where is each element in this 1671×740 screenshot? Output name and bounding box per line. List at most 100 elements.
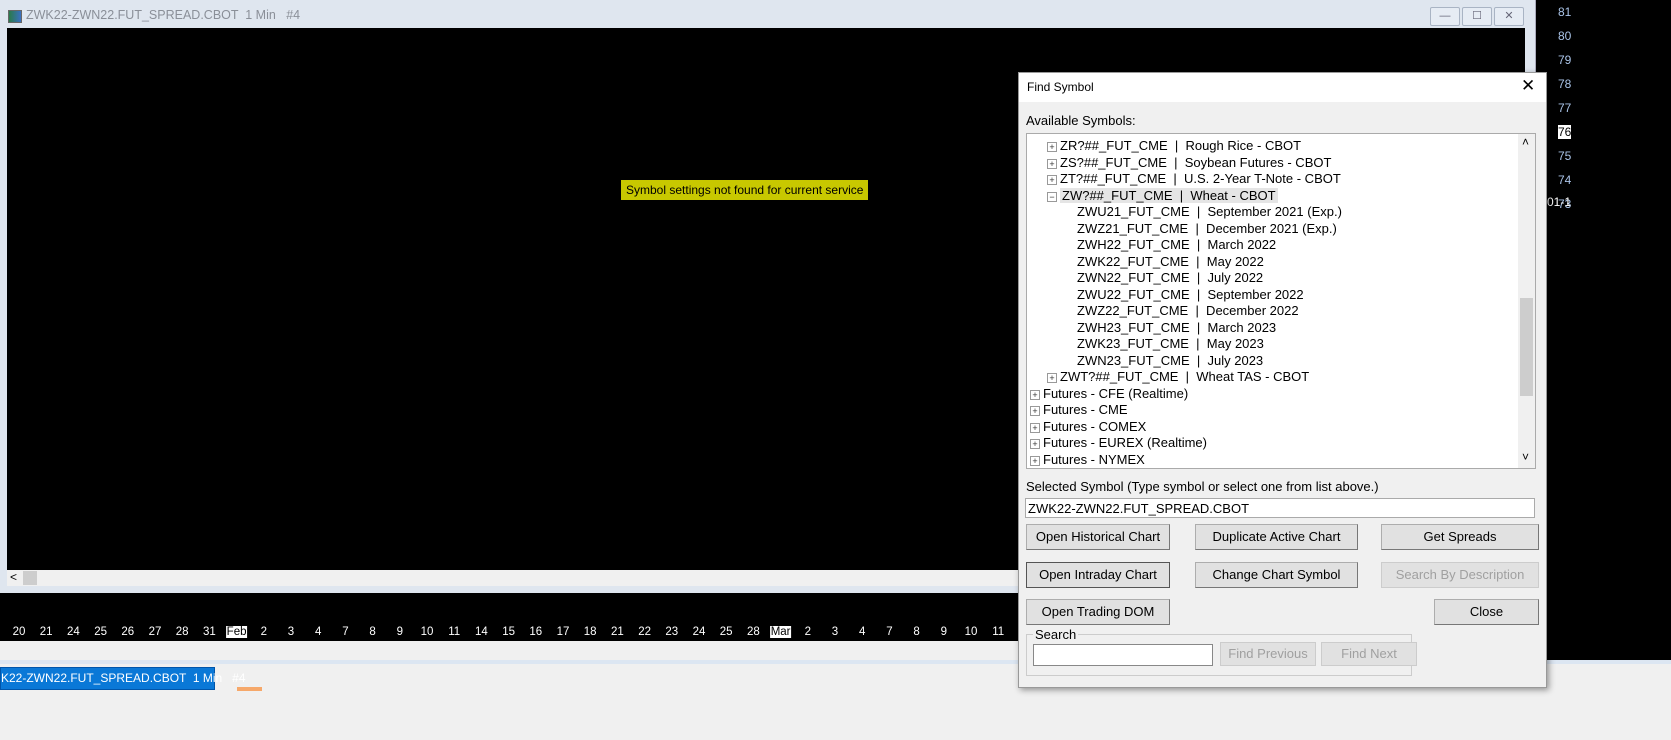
tree-item[interactable]: ZR?##_FUT_CME | Rough Rice - CBOT xyxy=(1060,138,1301,153)
search-input[interactable] xyxy=(1033,644,1213,666)
tree-item[interactable]: ZWU21_FUT_CME | September 2021 (Exp.) xyxy=(1077,204,1342,219)
tree-item[interactable]: ZWH22_FUT_CME | March 2022 xyxy=(1077,237,1276,252)
scroll-thumb[interactable] xyxy=(23,571,37,585)
tree-item[interactable]: ZS?##_FUT_CME | Soybean Futures - CBOT xyxy=(1060,155,1331,170)
date-tick-label: 21 xyxy=(610,626,624,638)
chart-message: Symbol settings not found for current se… xyxy=(621,180,869,200)
expand-icon[interactable]: + xyxy=(1030,406,1040,416)
expand-icon[interactable]: + xyxy=(1047,142,1057,152)
scroll-left-icon[interactable]: < xyxy=(10,570,17,584)
window-title: ZWK22-ZWN22.FUT_SPREAD.CBOT 1 Min #4 xyxy=(26,8,301,22)
search-label: Search xyxy=(1033,627,1079,642)
date-tick-label: 28 xyxy=(175,626,189,638)
date-tick-label: 10 xyxy=(420,626,434,638)
tree-item[interactable]: Futures - CME xyxy=(1043,402,1128,417)
price-tick-label: 78 xyxy=(1558,77,1572,91)
price-tick-label: 81 xyxy=(1558,5,1572,19)
tree-item[interactable]: ZWH23_FUT_CME | March 2023 xyxy=(1077,320,1276,335)
available-symbols-label: Available Symbols: xyxy=(1026,113,1136,128)
tree-item[interactable]: ZWN22_FUT_CME | July 2022 xyxy=(1077,270,1263,285)
tree-item[interactable]: ZWK23_FUT_CME | May 2023 xyxy=(1077,336,1264,351)
date-tick-label: 11 xyxy=(448,626,461,638)
date-tick-label: 15 xyxy=(502,626,515,638)
duplicate-active-chart-button[interactable]: Duplicate Active Chart xyxy=(1195,524,1358,550)
tree-item[interactable]: ZW?##_FUT_CME | Wheat - CBOT xyxy=(1060,187,1278,203)
close-window-button[interactable]: ✕ xyxy=(1494,7,1524,26)
symbol-tree[interactable]: + ZR?##_FUT_CME | Rough Rice - CBOT + ZS?##… xyxy=(1026,133,1536,469)
change-chart-symbol-button[interactable]: Change Chart Symbol xyxy=(1195,562,1358,588)
get-spreads-button[interactable]: Get Spreads xyxy=(1381,524,1539,550)
tree-item[interactable]: ZWN23_FUT_CME | July 2023 xyxy=(1077,353,1263,368)
tree-item[interactable]: ZWT?##_FUT_CME | Wheat TAS - CBOT xyxy=(1060,369,1309,384)
tree-scrollbar[interactable]: ˄ ˅ xyxy=(1518,134,1535,468)
open-intraday-chart-button[interactable]: Open Intraday Chart xyxy=(1026,562,1170,588)
date-tick-label: 22 xyxy=(638,626,651,638)
scroll-down-icon[interactable]: ˅ xyxy=(1522,450,1529,464)
date-tick-label: 8 xyxy=(369,626,376,638)
date-tick-label: 9 xyxy=(396,626,403,638)
search-by-description-button[interactable]: Search By Description xyxy=(1381,562,1539,588)
expand-icon[interactable]: + xyxy=(1047,175,1057,185)
date-tick-label: 21 xyxy=(39,626,53,638)
date-tick-label: 14 xyxy=(474,626,488,638)
maximize-button[interactable]: ☐ xyxy=(1462,7,1492,26)
price-tick-label: 77 xyxy=(1558,101,1572,115)
date-tick-label: 3 xyxy=(287,626,295,638)
date-tick-label: 7 xyxy=(886,626,893,638)
minimize-button[interactable]: — xyxy=(1430,7,1460,26)
price-tick-label: 74 xyxy=(1558,173,1572,187)
tree-item[interactable]: Futures - CFE (Realtime) xyxy=(1043,386,1188,401)
date-tick-label: 18 xyxy=(583,626,597,638)
tree-item[interactable]: ZT?##_FUT_CME | U.S. 2-Year T-Note - CBO… xyxy=(1060,171,1341,186)
date-tick-label: 20 xyxy=(12,626,26,638)
date-tick-label: 7 xyxy=(342,626,349,638)
price-tick-label: 75 xyxy=(1558,149,1572,163)
expand-icon[interactable]: + xyxy=(1047,373,1057,383)
date-tick-label: 2 xyxy=(804,626,811,638)
tab-indicator xyxy=(237,687,262,691)
price-tick-label: 76 xyxy=(1558,125,1572,139)
open-trading-dom-button[interactable]: Open Trading DOM xyxy=(1026,599,1170,625)
find-previous-button[interactable]: Find Previous xyxy=(1220,642,1316,666)
chart-app-icon xyxy=(8,10,22,23)
date-tick-label: 2 xyxy=(260,626,267,638)
expand-icon[interactable]: + xyxy=(1030,422,1040,433)
collapse-icon[interactable]: − xyxy=(1047,191,1057,202)
tree-item[interactable]: ZWZ22_FUT_CME | December 2022 xyxy=(1077,303,1299,318)
tree-item[interactable]: ZWK22_FUT_CME | May 2022 xyxy=(1077,254,1264,269)
tree-item[interactable]: Futures - COMEX xyxy=(1043,419,1146,434)
date-tick-label: Feb xyxy=(225,626,248,638)
selected-symbol-input[interactable] xyxy=(1025,498,1535,518)
date-tick-label: 10 xyxy=(964,626,978,638)
expand-icon[interactable]: + xyxy=(1030,389,1040,400)
date-tick-label: 31 xyxy=(202,626,216,638)
date-tick-label: 17 xyxy=(556,626,570,638)
chart-tab[interactable]: K22-ZWN22.FUT_SPREAD.CBOT 1 Min #4 xyxy=(0,667,246,690)
open-historical-chart-button[interactable]: Open Historical Chart xyxy=(1026,524,1170,550)
scroll-up-icon[interactable]: ˄ xyxy=(1522,135,1529,149)
tree-scroll-thumb[interactable] xyxy=(1520,298,1533,396)
tree-item[interactable]: Futures - EUREX (Realtime) xyxy=(1043,435,1207,450)
date-tick-label: 11 xyxy=(992,626,1005,638)
expand-icon[interactable]: + xyxy=(1030,455,1040,466)
selected-symbol-label: Selected Symbol (Type symbol or select o… xyxy=(1026,479,1379,494)
tree-item[interactable]: Futures - NYMEX xyxy=(1043,452,1145,467)
date-tick-label: 24 xyxy=(66,626,80,638)
expand-icon[interactable]: + xyxy=(1047,158,1057,169)
close-button[interactable]: Close xyxy=(1434,599,1539,625)
date-tick-label: 9 xyxy=(940,626,947,638)
secondary-chart xyxy=(1536,0,1671,660)
expand-icon[interactable]: + xyxy=(1030,439,1040,449)
dialog-title: Find Symbol xyxy=(1027,80,1094,94)
find-next-button[interactable]: Find Next xyxy=(1321,642,1417,666)
tree-item[interactable]: ZWZ21_FUT_CME | December 2021 (Exp.) xyxy=(1077,221,1337,236)
date-tick-label: Mar xyxy=(769,626,792,638)
date-tick-label: 23 xyxy=(665,626,679,638)
dialog-titlebar: Find Symbol ✕ xyxy=(1019,73,1546,102)
dialog-close-icon[interactable]: ✕ xyxy=(1521,76,1535,96)
date-tick-label: 24 xyxy=(692,626,706,638)
tree-item[interactable]: ZWU22_FUT_CME | September 2022 xyxy=(1077,287,1304,302)
date-tick-label: 4 xyxy=(314,626,322,638)
price-tick-label: 79 xyxy=(1558,53,1572,67)
date-tick-label: 4 xyxy=(858,626,866,638)
